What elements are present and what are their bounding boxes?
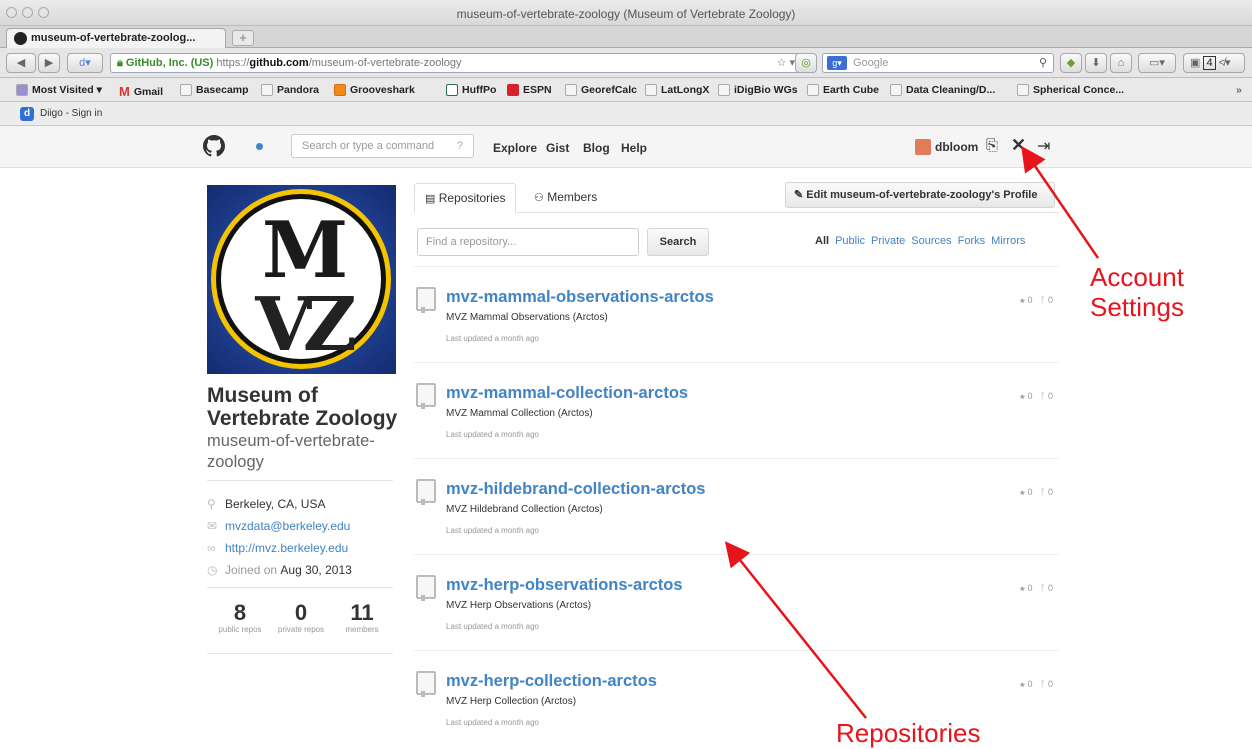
annotation-arrows [724, 145, 1100, 719]
annotation-account-settings: Account Settings [1090, 262, 1184, 322]
annotation-repositories: Repositories [836, 718, 981, 748]
account-settings-arrow [1021, 145, 1100, 259]
repositories-arrow [724, 541, 867, 719]
